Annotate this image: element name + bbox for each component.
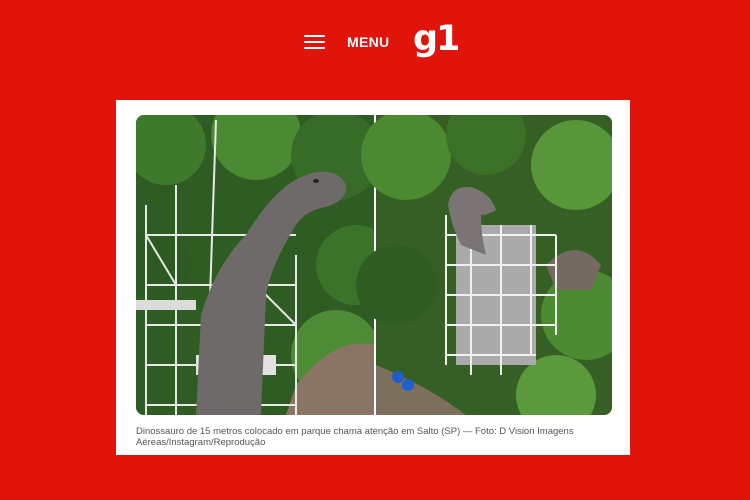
article-photo[interactable] (136, 115, 612, 415)
g1-logo[interactable]: g1 (413, 20, 460, 58)
menu-button[interactable]: MENU (304, 30, 389, 54)
article-media-card: Dinossauro de 15 metros colocado em parq… (116, 100, 630, 455)
hamburger-menu-icon[interactable] (304, 34, 325, 50)
menu-label[interactable]: MENU (347, 34, 389, 50)
photo-caption: Dinossauro de 15 metros colocado em parq… (136, 426, 574, 448)
site-header: MENU g1 (0, 0, 750, 82)
